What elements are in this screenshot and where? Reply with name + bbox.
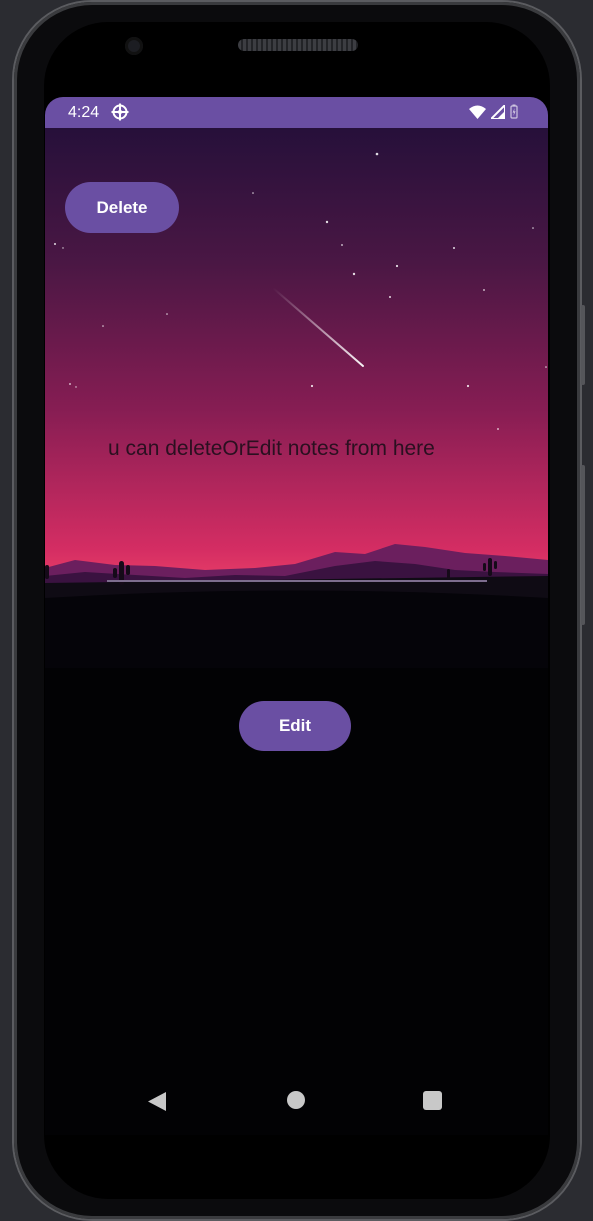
hint-text: u can deleteOrEdit notes from here <box>108 437 435 460</box>
home-circle-icon[interactable] <box>287 1091 305 1109</box>
wifi-icon <box>469 105 486 119</box>
front-camera <box>125 37 143 55</box>
power-button <box>581 305 585 385</box>
earpiece-speaker <box>238 39 358 51</box>
status-bar: 4:24 <box>45 97 548 128</box>
app-screen: 4:24 Delete u can deleteOrEdit notes fro… <box>45 97 548 1135</box>
battery-icon <box>510 104 518 119</box>
back-triangle-icon[interactable] <box>148 1092 166 1111</box>
status-time: 4:24 <box>68 104 100 121</box>
edit-button[interactable]: Edit <box>239 701 351 751</box>
note-input[interactable] <box>107 548 487 582</box>
volume-button <box>581 465 585 625</box>
sunset-wallpaper: Delete u can deleteOrEdit notes from her… <box>45 128 548 668</box>
recents-square-icon[interactable] <box>423 1091 442 1110</box>
signal-icon <box>491 104 505 119</box>
navigation-bar <box>45 1070 548 1130</box>
delete-button[interactable]: Delete <box>65 182 179 233</box>
gear-icon <box>111 103 129 121</box>
